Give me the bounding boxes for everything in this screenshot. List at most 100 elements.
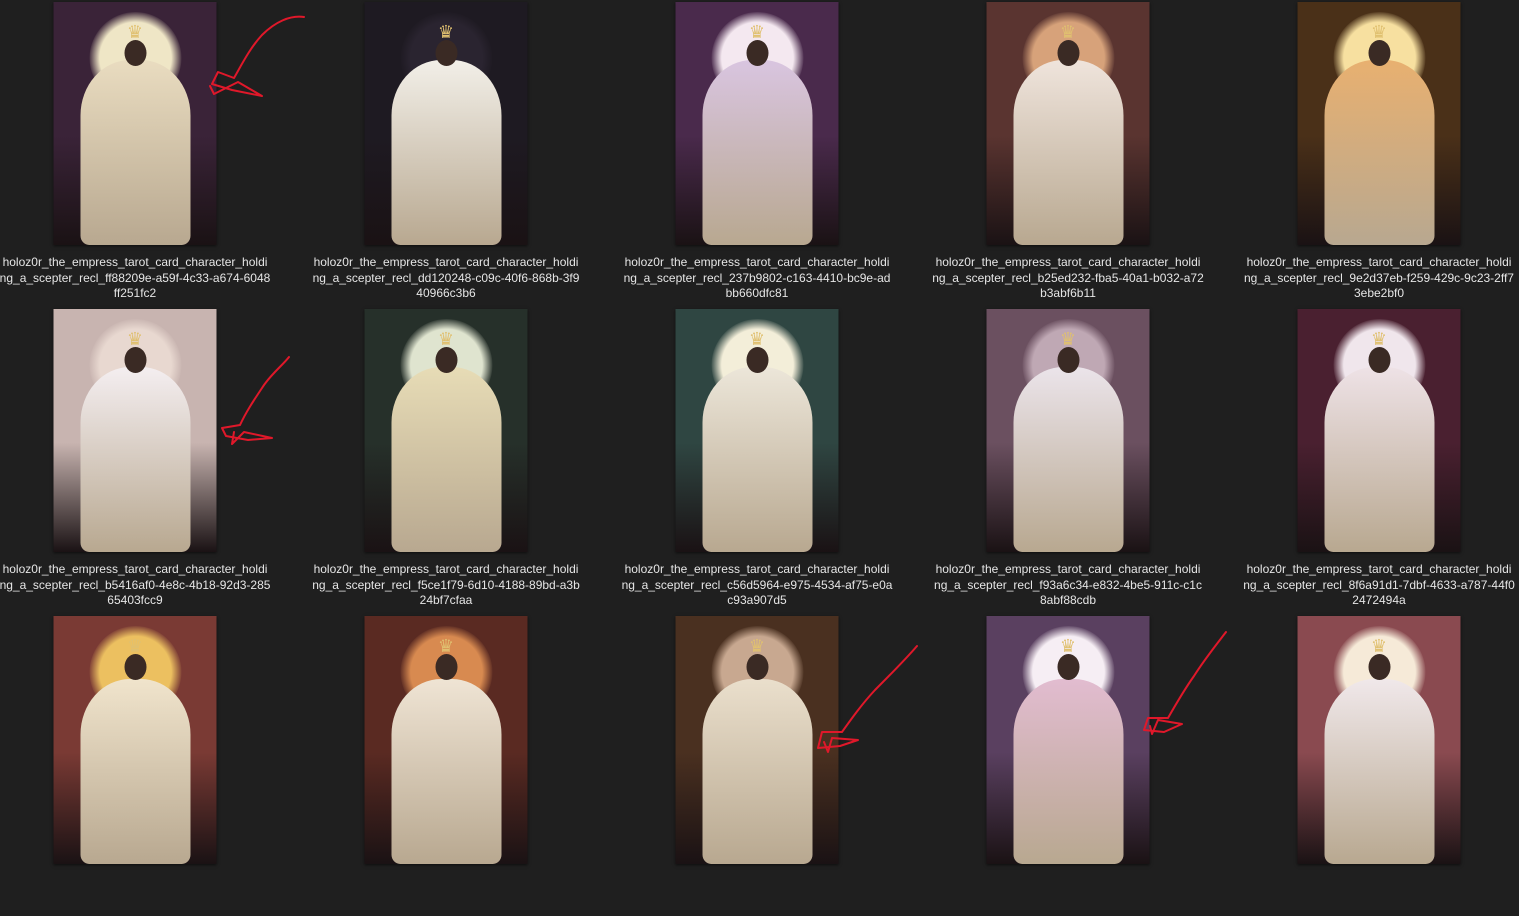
thumbnail-image[interactable]: ♛ bbox=[675, 309, 839, 552]
robed-figure-shape bbox=[1324, 367, 1434, 552]
crown-icon: ♛ bbox=[1059, 22, 1077, 43]
crown-icon: ♛ bbox=[126, 22, 144, 43]
crown-icon: ♛ bbox=[437, 636, 455, 657]
file-name-line: holoz0r_the_empress_tarot_card_character… bbox=[313, 255, 579, 269]
figure-head-shape bbox=[746, 347, 768, 373]
file-name-line: 2472494a bbox=[1352, 593, 1406, 607]
figure-head-shape bbox=[435, 347, 457, 373]
figure-head-shape bbox=[1368, 40, 1390, 66]
figure-head-shape bbox=[746, 40, 768, 66]
file-name-label: holoz0r_the_empress_tarot_card_character… bbox=[607, 562, 907, 609]
thumbnail-image[interactable]: ♛ bbox=[364, 616, 528, 864]
file-name-line: ng_a_scepter_recl_8f6a91d1-7dbf-4633-a78… bbox=[1243, 577, 1515, 592]
file-name-line: holoz0r_the_empress_tarot_card_character… bbox=[1246, 562, 1512, 576]
file-name-line: ng_a_scepter_recl_9e2d37eb-f259-429c-9c2… bbox=[1244, 270, 1514, 285]
file-name-line: c93a907d5 bbox=[727, 593, 787, 607]
crown-icon: ♛ bbox=[1370, 22, 1388, 43]
robed-figure-shape bbox=[80, 367, 190, 552]
file-name-label: holoz0r_the_empress_tarot_card_character… bbox=[0, 562, 285, 609]
thumbnail-image[interactable]: ♛ bbox=[675, 616, 839, 864]
thumbnail-image[interactable]: ♛ bbox=[1297, 616, 1461, 864]
thumbnail-image[interactable]: ♛ bbox=[53, 616, 217, 864]
thumbnail-image[interactable]: ♛ bbox=[364, 309, 528, 552]
crown-icon: ♛ bbox=[748, 329, 766, 350]
figure-head-shape bbox=[124, 347, 146, 373]
robed-figure-shape bbox=[391, 60, 501, 245]
file-thumbnail-item[interactable]: ♛ holoz0r_the_empress_tarot_card_characte… bbox=[918, 309, 1218, 609]
file-name-label: holoz0r_the_empress_tarot_card_character… bbox=[296, 255, 596, 302]
file-name-line: 65403fcc9 bbox=[107, 593, 163, 607]
thumbnail-image[interactable]: ♛ bbox=[986, 309, 1150, 552]
thumbnail-image[interactable]: ♛ bbox=[986, 616, 1150, 864]
file-thumbnail-grid: ♛ holoz0r_the_empress_tarot_card_characte… bbox=[0, 0, 1519, 864]
file-thumbnail-item[interactable]: ♛ bbox=[0, 616, 285, 916]
file-thumbnail-item[interactable]: ♛ holoz0r_the_empress_tarot_card_characte… bbox=[607, 2, 907, 302]
file-name-line: 8abf88cdb bbox=[1039, 593, 1097, 607]
robed-figure-shape bbox=[702, 679, 812, 864]
thumbnail-image[interactable]: ♛ bbox=[1297, 2, 1461, 245]
crown-icon: ♛ bbox=[126, 636, 144, 657]
file-name-line: 40966c3b6 bbox=[416, 286, 476, 300]
file-thumbnail-item[interactable]: ♛ holoz0r_the_empress_tarot_card_characte… bbox=[1229, 309, 1519, 609]
file-name-label: holoz0r_the_empress_tarot_card_character… bbox=[0, 255, 285, 302]
file-name-label: holoz0r_the_empress_tarot_card_character… bbox=[1229, 562, 1519, 609]
file-thumbnail-item[interactable]: ♛ holoz0r_the_empress_tarot_card_characte… bbox=[296, 2, 596, 302]
thumbnail-image[interactable]: ♛ bbox=[53, 2, 217, 245]
robed-figure-shape bbox=[1324, 679, 1434, 864]
thumbnail-image[interactable]: ♛ bbox=[364, 2, 528, 245]
file-name-line: holoz0r_the_empress_tarot_card_character… bbox=[624, 255, 890, 269]
file-name-line: holoz0r_the_empress_tarot_card_character… bbox=[1246, 255, 1512, 269]
crown-icon: ♛ bbox=[1059, 636, 1077, 657]
file-name-line: holoz0r_the_empress_tarot_card_character… bbox=[935, 562, 1201, 576]
figure-head-shape bbox=[1057, 654, 1079, 680]
robed-figure-shape bbox=[391, 679, 501, 864]
figure-head-shape bbox=[1368, 654, 1390, 680]
file-name-label: holoz0r_the_empress_tarot_card_character… bbox=[296, 562, 596, 609]
robed-figure-shape bbox=[1013, 367, 1123, 552]
file-thumbnail-item[interactable]: ♛ holoz0r_the_empress_tarot_card_characte… bbox=[1229, 2, 1519, 302]
figure-head-shape bbox=[435, 654, 457, 680]
file-name-line: holoz0r_the_empress_tarot_card_character… bbox=[2, 255, 268, 269]
thumbnail-image[interactable]: ♛ bbox=[986, 2, 1150, 245]
figure-head-shape bbox=[1057, 40, 1079, 66]
thumbnail-image[interactable]: ♛ bbox=[53, 309, 217, 552]
file-name-label: holoz0r_the_empress_tarot_card_character… bbox=[607, 255, 907, 302]
robed-figure-shape bbox=[1324, 60, 1434, 245]
file-name-line: b3abf6b11 bbox=[1040, 286, 1096, 300]
file-thumbnail-item[interactable]: ♛ holoz0r_the_empress_tarot_card_characte… bbox=[918, 2, 1218, 302]
file-thumbnail-item[interactable]: ♛ holoz0r_the_empress_tarot_card_characte… bbox=[296, 309, 596, 609]
file-thumbnail-item[interactable]: ♛ holoz0r_the_empress_tarot_card_characte… bbox=[0, 309, 285, 609]
file-name-line: ng_a_scepter_recl_dd120248-c09c-40f6-868… bbox=[312, 270, 580, 285]
file-name-line: 3ebe2bf0 bbox=[1353, 286, 1405, 300]
figure-head-shape bbox=[1057, 347, 1079, 373]
file-thumbnail-item[interactable]: ♛ holoz0r_the_empress_tarot_card_characte… bbox=[607, 309, 907, 609]
figure-head-shape bbox=[1368, 347, 1390, 373]
file-name-label: holoz0r_the_empress_tarot_card_character… bbox=[918, 562, 1218, 609]
file-thumbnail-item[interactable]: ♛ holoz0r_the_empress_tarot_card_characte… bbox=[0, 2, 285, 302]
file-thumbnail-item[interactable]: ♛ bbox=[607, 616, 907, 916]
file-name-line: ng_a_scepter_recl_237b9802-c163-4410-bc9… bbox=[623, 270, 891, 285]
file-thumbnail-item[interactable]: ♛ bbox=[918, 616, 1218, 916]
robed-figure-shape bbox=[702, 367, 812, 552]
crown-icon: ♛ bbox=[748, 22, 766, 43]
crown-icon: ♛ bbox=[1059, 329, 1077, 350]
file-name-line: holoz0r_the_empress_tarot_card_character… bbox=[624, 562, 890, 576]
robed-figure-shape bbox=[80, 679, 190, 864]
figure-head-shape bbox=[124, 40, 146, 66]
file-name-line: ng_a_scepter_recl_f93a6c34-e832-4be5-911… bbox=[934, 577, 1202, 592]
thumbnail-image[interactable]: ♛ bbox=[1297, 309, 1461, 552]
crown-icon: ♛ bbox=[1370, 329, 1388, 350]
file-thumbnail-item[interactable]: ♛ bbox=[1229, 616, 1519, 916]
file-name-label: holoz0r_the_empress_tarot_card_character… bbox=[918, 255, 1218, 302]
file-name-line: bb660dfc81 bbox=[725, 286, 789, 300]
thumbnail-image[interactable]: ♛ bbox=[675, 2, 839, 245]
crown-icon: ♛ bbox=[437, 329, 455, 350]
robed-figure-shape bbox=[702, 60, 812, 245]
figure-head-shape bbox=[435, 40, 457, 66]
file-name-line: holoz0r_the_empress_tarot_card_character… bbox=[935, 255, 1201, 269]
figure-head-shape bbox=[124, 654, 146, 680]
file-name-line: holoz0r_the_empress_tarot_card_character… bbox=[313, 562, 579, 576]
crown-icon: ♛ bbox=[1370, 636, 1388, 657]
robed-figure-shape bbox=[1013, 60, 1123, 245]
file-thumbnail-item[interactable]: ♛ bbox=[296, 616, 596, 916]
